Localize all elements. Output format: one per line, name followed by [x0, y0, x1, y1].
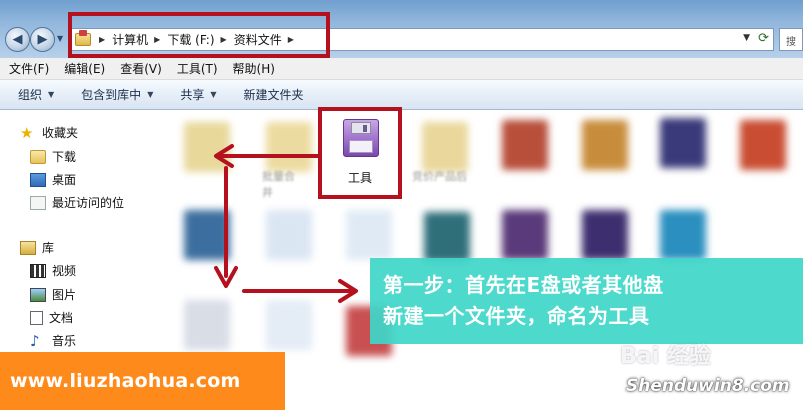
nav-favorites-label: 收藏夹	[42, 126, 79, 140]
nav-item-label: 图片	[52, 288, 77, 302]
nav-item-label: 音乐	[52, 334, 77, 348]
forward-button[interactable]: ▶	[30, 27, 55, 52]
file-thumbnail	[184, 210, 230, 260]
desktop-icon	[30, 172, 46, 187]
organize-button[interactable]: 组织 ▼	[18, 86, 54, 103]
file-thumbnail	[184, 122, 230, 172]
address-dropdown-icon[interactable]: ▼	[743, 33, 750, 43]
nav-item-desktop[interactable]: 桌面	[30, 171, 76, 188]
nav-item-label: 下载	[52, 150, 77, 164]
file-item-tools[interactable]: 工具	[318, 107, 402, 199]
file-thumbnail	[422, 122, 468, 172]
file-thumbnail	[266, 210, 312, 260]
include-in-library-button[interactable]: 包含到库中 ▼	[81, 86, 153, 103]
recent-pages-dropdown-icon[interactable]: ▼	[57, 34, 63, 43]
library-icon	[20, 240, 36, 255]
share-label: 共享	[180, 88, 205, 102]
baidu-watermark: Bai 经验	[620, 344, 711, 369]
nav-item-music[interactable]: ♪ 音乐	[30, 332, 76, 349]
shendu-watermark: Shenduwin8.com	[626, 376, 790, 396]
nav-libraries[interactable]: 库	[20, 239, 54, 256]
search-input[interactable]: 搜	[779, 28, 803, 51]
nav-item-recent[interactable]: 最近访问的位	[30, 194, 124, 211]
blurred-file-label: 井	[262, 186, 273, 199]
file-thumbnail	[266, 300, 312, 350]
nav-item-videos[interactable]: 视频	[30, 262, 76, 279]
back-arrow-icon: ◀	[12, 32, 23, 47]
nav-item-downloads[interactable]: 下载	[30, 148, 76, 165]
floppy-shutter	[351, 122, 371, 134]
chevron-down-icon: ▼	[210, 90, 217, 99]
nav-item-label: 视频	[52, 264, 77, 278]
nav-item-label: 文档	[49, 311, 74, 325]
menu-file[interactable]: 文件(F)	[9, 60, 49, 77]
file-thumbnail	[502, 210, 548, 260]
site-watermark: www.liuzhaohua.com	[0, 352, 285, 410]
chevron-down-icon: ▼	[147, 90, 154, 99]
command-toolbar: 组织 ▼ 包含到库中 ▼ 共享 ▼ 新建文件夹	[0, 80, 803, 110]
blurred-file-label: 竞价产品后	[412, 170, 467, 183]
share-button[interactable]: 共享 ▼	[180, 86, 216, 103]
floppy-disk-icon	[343, 119, 379, 157]
file-thumbnail	[424, 212, 470, 262]
file-thumbnail	[740, 120, 786, 170]
nav-favorites[interactable]: ★ 收藏夹	[20, 124, 78, 141]
picture-icon	[30, 287, 46, 302]
back-button[interactable]: ◀	[5, 27, 30, 52]
callout-line-2: 新建一个文件夹，命名为工具	[383, 304, 650, 328]
new-folder-button[interactable]: 新建文件夹	[244, 86, 304, 103]
file-thumbnail	[582, 120, 628, 170]
nav-item-documents[interactable]: 文档	[30, 309, 73, 326]
nav-item-label: 最近访问的位	[52, 196, 125, 210]
recent-places-icon	[30, 195, 46, 210]
file-thumbnail	[660, 118, 706, 168]
callout-line-1: 第一步：首先在E盘或者其他盘	[383, 273, 664, 297]
file-thumbnail	[660, 210, 706, 260]
file-thumbnail	[346, 210, 392, 260]
file-thumbnail	[184, 300, 230, 350]
refresh-icon[interactable]: ⟳	[758, 31, 769, 46]
organize-label: 组织	[18, 88, 43, 102]
document-icon	[30, 310, 43, 325]
floppy-label-area	[349, 140, 373, 153]
nav-libraries-label: 库	[42, 241, 55, 255]
instruction-callout: 第一步：首先在E盘或者其他盘 新建一个文件夹，命名为工具	[370, 258, 803, 344]
nav-item-pictures[interactable]: 图片	[30, 286, 76, 303]
folder-icon	[30, 149, 46, 164]
file-item-label: 工具	[347, 171, 372, 185]
menu-bar: 文件(F) 编辑(E) 查看(V) 工具(T) 帮助(H)	[0, 58, 803, 80]
menu-tools[interactable]: 工具(T)	[177, 60, 218, 77]
forward-arrow-icon: ▶	[37, 32, 48, 47]
blurred-file-label: 批量合	[262, 170, 295, 183]
menu-view[interactable]: 查看(V)	[120, 60, 162, 77]
video-icon	[30, 263, 46, 278]
nav-item-label: 桌面	[52, 173, 77, 187]
chevron-down-icon: ▼	[48, 90, 55, 99]
menu-edit[interactable]: 编辑(E)	[64, 60, 105, 77]
address-highlight-box	[68, 12, 330, 58]
music-note-icon: ♪	[30, 331, 40, 350]
file-thumbnail	[502, 120, 548, 170]
menu-help[interactable]: 帮助(H)	[233, 60, 275, 77]
site-watermark-text: www.liuzhaohua.com	[10, 370, 241, 392]
file-thumbnail	[266, 122, 312, 172]
star-icon: ★	[20, 123, 34, 142]
include-label: 包含到库中	[81, 88, 142, 102]
file-thumbnail	[582, 210, 628, 260]
